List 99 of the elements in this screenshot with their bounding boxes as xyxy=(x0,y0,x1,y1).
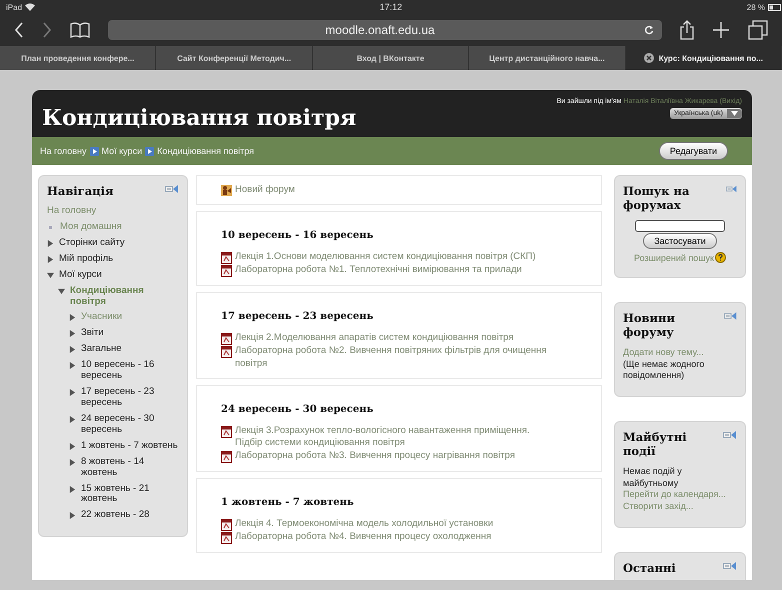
collapsed-arrow-icon xyxy=(69,416,76,423)
block-title: Останні xyxy=(623,560,676,575)
resource-link[interactable]: Лабораторна робота №4. Вивчення процесу охолодження xyxy=(235,530,492,544)
plus-icon[interactable] xyxy=(712,21,730,39)
close-icon[interactable] xyxy=(644,53,654,63)
section-title: 17 вересень - 23 вересень xyxy=(221,311,374,322)
nav-item[interactable]: Кондиціювання повітря xyxy=(70,286,179,308)
block-link[interactable]: Додати нову тему... xyxy=(623,347,737,359)
resource-link[interactable]: Лабораторна робота №1. Теплотехнічні вимірювання та прилади xyxy=(235,264,522,277)
collapsed-arrow-icon xyxy=(69,330,76,338)
help-icon[interactable] xyxy=(714,252,726,263)
resource-link[interactable]: Лекція 1.Основи моделювання систем кондиціювання повітря (СКП) xyxy=(235,251,536,264)
collapsed-arrow-icon xyxy=(47,256,54,263)
clock: 17:12 xyxy=(378,2,404,12)
wifi-icon xyxy=(25,3,36,11)
nav-item[interactable]: Сторінки сайту xyxy=(59,238,125,249)
separator-arrow-icon xyxy=(90,146,99,156)
dock-icon[interactable] xyxy=(723,430,737,440)
resource-link[interactable]: Лабораторна робота №2. Вивчення повітряних фільтрів для очищення повітря xyxy=(235,345,551,370)
separator-arrow-icon xyxy=(145,146,154,156)
browser-tab[interactable]: Вход | ВКонтакте xyxy=(312,46,470,70)
block-link[interactable]: Перейти до календаря... xyxy=(623,489,737,502)
edit-button[interactable]: Редагувати xyxy=(658,142,728,160)
pdf-file-icon xyxy=(221,333,232,346)
block-title: Майбутні події xyxy=(623,430,688,458)
pdf-file-icon xyxy=(221,518,232,531)
dock-icon[interactable] xyxy=(165,184,179,194)
breadcrumb-link[interactable]: Мої курси xyxy=(102,146,142,156)
collapsed-arrow-icon xyxy=(69,389,76,396)
block-text: (Ще немає жодного повідомлення) xyxy=(623,358,706,382)
address-bar[interactable]: moodle.onaft.edu.ua xyxy=(108,20,662,40)
pdf-file-icon xyxy=(221,265,232,278)
book-icon[interactable] xyxy=(70,22,90,38)
section-title: 10 вересень - 16 вересень xyxy=(221,230,374,242)
resource-link[interactable]: Новий форум xyxy=(235,184,295,196)
nav-item[interactable]: 22 жовтень - 28 xyxy=(81,510,150,522)
nav-item[interactable]: 24 вересень - 30 вересень xyxy=(81,414,179,436)
nav-item[interactable]: 10 вересень - 16 вересень xyxy=(81,360,179,382)
collapsed-arrow-icon xyxy=(69,346,76,354)
nav-item[interactable]: 15 жовтень - 21 жовтень xyxy=(81,484,179,506)
resource-link[interactable]: Лекція 2.Моделювання апаратів систем кондиціювання повітря xyxy=(235,332,514,345)
collapsed-arrow-icon xyxy=(69,458,76,466)
nav-item[interactable]: 17 вересень - 23 вересень xyxy=(81,387,179,409)
nav-item[interactable]: Звіти xyxy=(81,328,104,340)
nav-item[interactable]: Мої курси xyxy=(59,270,102,281)
battery-icon xyxy=(768,4,782,10)
nav-item[interactable]: 1 жовтень - 7 жовтень xyxy=(81,440,178,452)
browser-tab[interactable]: Сайт Конференції Методич... xyxy=(156,46,313,70)
bullet-icon xyxy=(49,226,52,229)
back-icon[interactable] xyxy=(14,22,24,38)
pdf-file-icon xyxy=(221,252,232,264)
block-text: Немає подій у майбутньому xyxy=(623,466,683,490)
device-name: iPad xyxy=(6,2,22,12)
breadcrumb-link[interactable]: Кондиціювання повітря xyxy=(157,146,254,156)
breadcrumb-link[interactable]: На головну xyxy=(40,146,87,156)
collapsed-arrow-icon xyxy=(69,314,76,322)
browser-tab[interactable]: Курс: Кондиціювання по... xyxy=(626,46,782,70)
block-title: Навігація xyxy=(47,184,114,198)
forward-icon[interactable] xyxy=(42,22,52,38)
pdf-file-icon xyxy=(221,532,232,544)
tabs-icon[interactable] xyxy=(748,20,768,40)
expanded-arrow-icon xyxy=(58,288,65,295)
browser-tab[interactable]: Центр дистанційного навча... xyxy=(469,46,626,70)
share-icon[interactable] xyxy=(680,20,694,40)
block-link[interactable]: Створити захід... xyxy=(623,501,737,513)
nav-link[interactable]: Моя домашня xyxy=(60,222,122,233)
resource-link[interactable]: Лабораторна робота №3. Вивчення процесу нагрівання повітря xyxy=(235,450,515,462)
section-title: 1 жовтень - 7 жовтень xyxy=(221,496,355,508)
course-title: Кондиціювання повітря xyxy=(42,104,356,130)
dock-icon[interactable] xyxy=(723,560,737,571)
collapsed-arrow-icon xyxy=(69,512,76,520)
collapsed-arrow-icon xyxy=(69,442,76,450)
expanded-arrow-icon xyxy=(47,272,54,279)
search-field[interactable] xyxy=(635,220,725,232)
block-title: Новини форуму xyxy=(623,311,676,339)
nav-item[interactable]: Учасники xyxy=(81,312,122,324)
pdf-file-icon xyxy=(221,346,232,358)
dock-icon[interactable] xyxy=(724,311,737,321)
nav-item[interactable]: 8 жовтень - 14 жовтень xyxy=(81,456,179,479)
advanced-search-link[interactable]: Розширений пошук xyxy=(634,252,714,262)
nav-item[interactable]: Загальне xyxy=(81,344,122,356)
collapsed-arrow-icon xyxy=(69,486,76,493)
collapsed-arrow-icon xyxy=(47,240,54,247)
apply-button[interactable]: Застосувати xyxy=(643,233,717,249)
battery-percent: 28 % xyxy=(746,2,765,12)
section-title: 24 вересень - 30 вересень xyxy=(221,404,374,416)
resource-link[interactable]: Лекція 4. Термоекономічна модель холодильної установки xyxy=(235,518,494,530)
dock-icon[interactable] xyxy=(726,184,737,194)
resource-link[interactable]: Лекція 3.Розрахунок тепло-вологісного навантаження приміщення. Підбір системи кондиціювання повітря xyxy=(235,425,551,450)
collapsed-arrow-icon xyxy=(69,362,76,370)
nav-item[interactable]: Мій профіль xyxy=(59,254,114,265)
nav-link[interactable]: На головну xyxy=(47,206,96,217)
forum-icon xyxy=(221,185,232,196)
pdf-file-icon xyxy=(221,426,232,438)
dropdown-icon xyxy=(731,111,738,116)
reload-icon[interactable] xyxy=(644,25,654,35)
pdf-file-icon xyxy=(221,450,232,463)
browser-tab[interactable]: План проведення конфере... xyxy=(0,46,156,70)
block-title: Пошук на форумах xyxy=(623,184,690,212)
